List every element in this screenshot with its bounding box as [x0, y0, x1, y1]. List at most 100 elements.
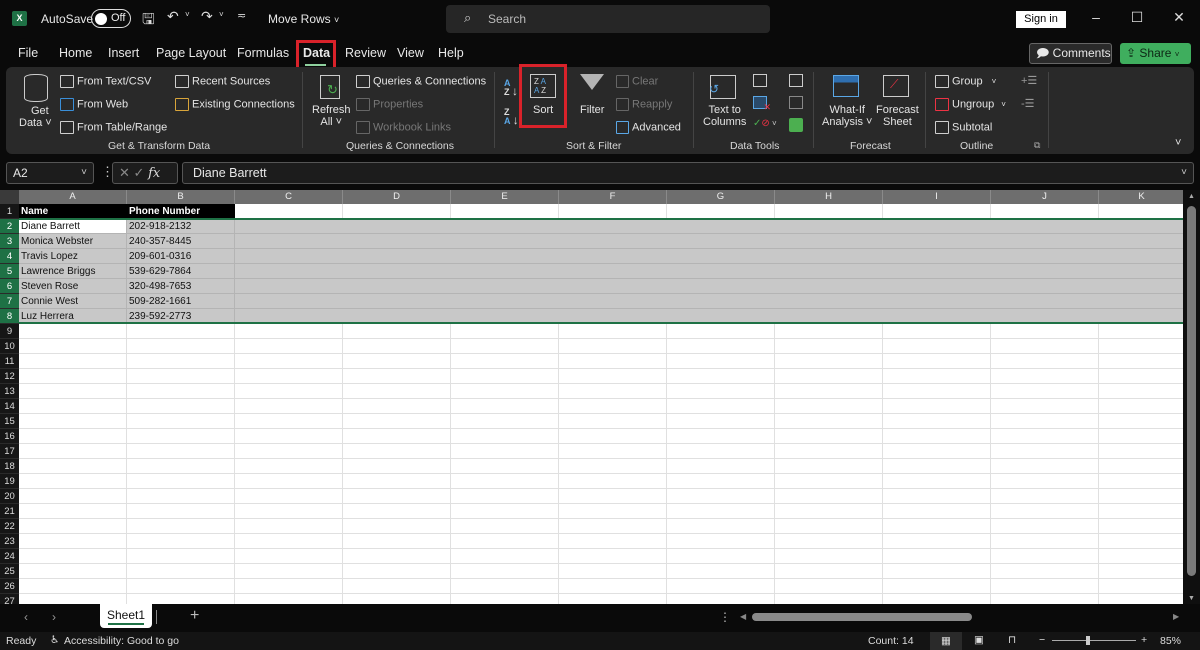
close-button[interactable]: ✕ — [1164, 9, 1194, 26]
queries-connections-button[interactable]: Queries & Connections — [356, 75, 486, 88]
scroll-down-icon[interactable]: ▼ — [1188, 595, 1195, 602]
zoom-level[interactable]: 85% — [1160, 635, 1181, 647]
maximize-button[interactable]: ☐ — [1122, 9, 1152, 26]
from-text-csv-button[interactable]: From Text/CSV — [60, 75, 151, 88]
redo-icon[interactable]: ↷ — [201, 8, 213, 25]
outline-dialog-launcher-icon[interactable]: ⧉ — [1034, 140, 1040, 151]
tab-review[interactable]: Review — [345, 46, 386, 60]
table-cell[interactable]: Monica Webster — [19, 234, 127, 249]
row-header-14[interactable]: 14 — [0, 399, 19, 414]
row-header-9[interactable]: 9 — [0, 324, 19, 339]
column-header-g[interactable]: G — [667, 190, 775, 204]
next-sheet-icon[interactable]: › — [52, 610, 56, 624]
table-cell[interactable]: Travis Lopez — [19, 249, 127, 264]
row-header-17[interactable]: 17 — [0, 444, 19, 459]
undo-dropdown-icon[interactable]: ˅ — [185, 10, 190, 19]
row-header-19[interactable]: 19 — [0, 474, 19, 489]
tab-help[interactable]: Help — [438, 46, 464, 60]
column-header-j[interactable]: J — [991, 190, 1099, 204]
search-box[interactable]: ⌕ Search — [446, 5, 770, 33]
column-header-k[interactable]: K — [1099, 190, 1183, 204]
table-cell[interactable]: Connie West — [19, 294, 127, 309]
row-header-20[interactable]: 20 — [0, 489, 19, 504]
row-header-23[interactable]: 23 — [0, 534, 19, 549]
customize-toolbar-icon[interactable]: ≂ — [237, 9, 246, 22]
recent-sources-button[interactable]: Recent Sources — [175, 75, 270, 88]
tab-page-layout[interactable]: Page Layout — [156, 46, 226, 60]
row-header-22[interactable]: 22 — [0, 519, 19, 534]
remove-duplicates-icon[interactable]: ✕ — [753, 96, 771, 112]
row-header-10[interactable]: 10 — [0, 339, 19, 354]
zoom-slider-track[interactable] — [1052, 640, 1136, 641]
header-cell[interactable]: Name — [19, 204, 127, 219]
vertical-scroll-thumb[interactable] — [1187, 206, 1196, 576]
row-header-13[interactable]: 13 — [0, 384, 19, 399]
name-box[interactable]: A2 ˅ — [6, 162, 94, 184]
scroll-right-icon[interactable]: ▶ — [1173, 612, 1179, 621]
column-header-b[interactable]: B — [127, 190, 235, 204]
hide-detail-icon[interactable]: -☰ — [1021, 97, 1035, 110]
row-header-5[interactable]: 5 — [0, 264, 19, 279]
tab-view[interactable]: View — [397, 46, 424, 60]
redo-dropdown-icon[interactable]: ˅ — [219, 10, 224, 19]
group-button[interactable]: Group ˅ — [935, 75, 996, 88]
zoom-slider-thumb[interactable] — [1086, 636, 1090, 645]
get-data-button[interactable]: Get Data ˅ — [19, 105, 52, 129]
page-layout-view-icon[interactable]: ▣ — [974, 634, 984, 646]
enter-icon[interactable]: ✓ — [134, 165, 145, 180]
zoom-out-button[interactable]: − — [1039, 634, 1045, 646]
sort-ascending-button[interactable]: AZ ↓ — [504, 79, 518, 98]
row-header-1[interactable]: 1 — [0, 204, 19, 219]
collapse-ribbon-icon[interactable]: ˅ — [1175, 137, 1181, 149]
column-header-f[interactable]: F — [559, 190, 667, 204]
forecast-sheet-button[interactable]: Forecast Sheet — [876, 104, 919, 128]
tab-home[interactable]: Home — [59, 46, 92, 60]
sort-descending-button[interactable]: ZA ↓ — [504, 108, 519, 127]
tab-splitter-icon[interactable]: ⋮ — [719, 610, 731, 624]
zoom-in-button[interactable]: + — [1141, 634, 1147, 646]
prev-sheet-icon[interactable]: ‹ — [24, 610, 28, 624]
cancel-icon[interactable]: ✕ — [119, 165, 130, 180]
sign-in-button[interactable]: Sign in — [1016, 11, 1066, 28]
vertical-scrollbar[interactable]: ▲ ▼ — [1183, 190, 1200, 604]
row-header-21[interactable]: 21 — [0, 504, 19, 519]
refresh-all-button[interactable]: Refresh All ˅ — [312, 104, 351, 128]
insert-function-icon[interactable]: fx — [148, 166, 160, 181]
row-header-27[interactable]: 27 — [0, 594, 19, 604]
scroll-left-icon[interactable]: ◀ — [740, 612, 746, 621]
table-cell[interactable]: 320-498-7653 — [127, 279, 235, 294]
column-header-c[interactable]: C — [235, 190, 343, 204]
from-table-range-button[interactable]: From Table/Range — [60, 121, 167, 134]
relationships-icon[interactable] — [789, 96, 803, 109]
ungroup-button[interactable]: Ungroup ˅ — [935, 98, 1006, 111]
row-header-4[interactable]: 4 — [0, 249, 19, 264]
select-all-corner[interactable] — [0, 190, 19, 204]
formula-input[interactable]: Diane Barrett ˅ — [182, 162, 1194, 184]
from-web-button[interactable]: From Web — [60, 98, 128, 111]
column-header-d[interactable]: D — [343, 190, 451, 204]
flash-fill-icon[interactable] — [753, 74, 767, 87]
row-header-25[interactable]: 25 — [0, 564, 19, 579]
row-header-26[interactable]: 26 — [0, 579, 19, 594]
what-if-analysis-button[interactable]: What-If Analysis ˅ — [822, 104, 872, 128]
row-header-2[interactable]: 2 — [0, 219, 19, 234]
table-cell[interactable]: 539-629-7864 — [127, 264, 235, 279]
normal-view-icon[interactable]: ▦ — [930, 632, 962, 650]
existing-connections-button[interactable]: Existing Connections — [175, 98, 295, 111]
row-header-15[interactable]: 15 — [0, 414, 19, 429]
row-header-7[interactable]: 7 — [0, 294, 19, 309]
minimize-button[interactable]: – — [1081, 9, 1111, 25]
column-header-a[interactable]: A — [19, 190, 127, 204]
comments-button[interactable]: 🗩 Comments — [1029, 43, 1112, 64]
data-validation-icon[interactable]: ✓⊘ ˅ — [753, 118, 777, 129]
sheet-tab-sheet1[interactable]: Sheet1 — [100, 604, 152, 628]
spreadsheet-grid[interactable]: A B C D E F G H I J K 1 Name Phone Number 2 Diane Barre… — [0, 190, 1183, 604]
tab-file[interactable]: File — [18, 46, 38, 60]
header-cell[interactable]: Phone Number — [127, 204, 235, 219]
column-header-e[interactable]: E — [451, 190, 559, 204]
page-break-view-icon[interactable]: ⊓ — [1008, 634, 1016, 646]
data-model-icon[interactable] — [789, 118, 803, 132]
row-header-3[interactable]: 3 — [0, 234, 19, 249]
expand-formula-bar-icon[interactable]: ˅ — [1181, 163, 1187, 183]
row-header-24[interactable]: 24 — [0, 549, 19, 564]
